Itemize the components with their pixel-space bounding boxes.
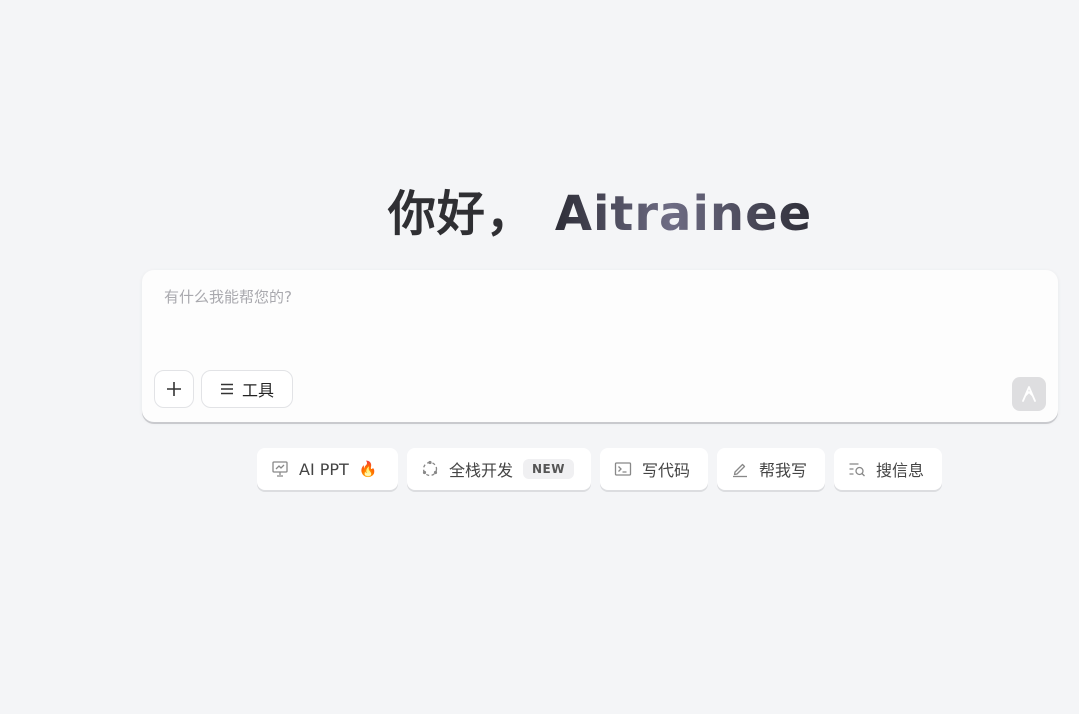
chat-input[interactable]	[162, 284, 1026, 358]
greeting-title: 你好， Aitrainee	[0, 182, 1079, 246]
presentation-icon	[271, 460, 289, 478]
send-arrow-icon	[1022, 386, 1036, 402]
chip-write-code[interactable]: 写代码	[600, 448, 708, 490]
tools-button-label: 工具	[241, 381, 274, 400]
terminal-icon	[614, 460, 632, 478]
chip-ai-ppt[interactable]: AI PPT 🔥	[257, 448, 398, 490]
menu-lines-icon	[220, 383, 233, 395]
search-list-icon	[848, 460, 866, 478]
add-attachment-button[interactable]	[154, 370, 194, 408]
chip-help-write[interactable]: 帮我写	[717, 448, 825, 490]
chip-search-info[interactable]: 搜信息	[834, 448, 942, 490]
chip-label: AI PPT	[299, 459, 349, 479]
chip-label: 写代码	[642, 461, 691, 480]
pen-icon	[731, 460, 749, 478]
main-page: 你好， Aitrainee 工具	[0, 0, 1079, 714]
new-badge: NEW	[523, 459, 574, 479]
chip-fullstack-dev[interactable]: 全栈开发 NEW	[407, 448, 591, 490]
greeting-hello: 你好，	[387, 186, 535, 242]
chip-label: 全栈开发	[449, 461, 514, 480]
chip-label: 搜信息	[876, 461, 925, 480]
chat-input-card: 工具	[142, 270, 1058, 422]
fire-icon: 🔥	[358, 460, 378, 478]
dotted-circle-icon	[421, 460, 439, 478]
send-button[interactable]	[1012, 377, 1046, 411]
chip-label: 帮我写	[759, 461, 808, 480]
greeting-username: Aitrainee	[554, 186, 813, 242]
quick-actions: AI PPT 🔥 全栈开发 NEW 写代码 帮我写 搜信息	[257, 448, 942, 490]
tools-button[interactable]: 工具	[201, 370, 293, 408]
plus-icon	[167, 382, 181, 396]
